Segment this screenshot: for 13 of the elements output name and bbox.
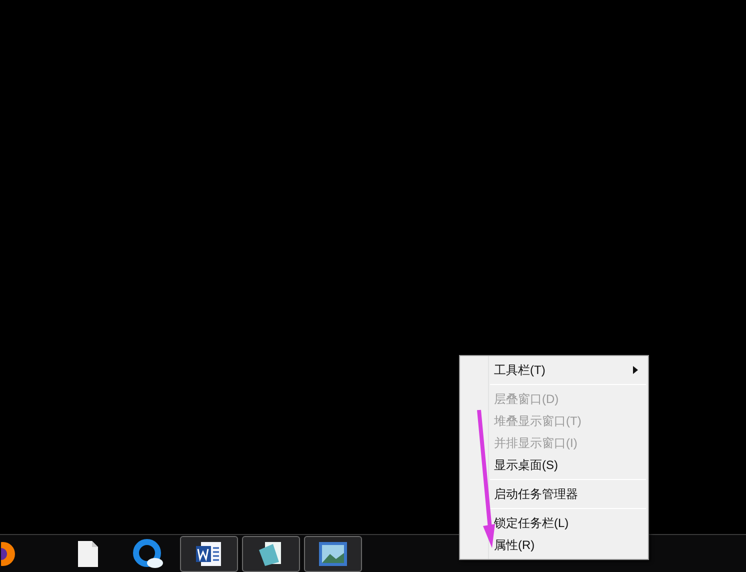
menu-item[interactable]: 锁定任务栏(L)	[460, 512, 648, 534]
document-icon	[77, 540, 99, 568]
picture-icon	[318, 540, 348, 566]
menu-item[interactable]: 属性(R)	[460, 534, 648, 556]
taskbar-button[interactable]	[304, 536, 362, 572]
taskbar-button[interactable]	[242, 536, 300, 572]
menu-item[interactable]: 显示桌面(S)	[460, 454, 648, 476]
taskbar-button[interactable]	[180, 536, 238, 572]
document-icon	[195, 540, 223, 568]
menu-item[interactable]: 启动任务管理器	[460, 483, 648, 505]
menu-item[interactable]: 工具栏(T)	[460, 359, 648, 381]
globe-icon	[1, 540, 17, 568]
cloud-icon	[132, 538, 164, 568]
